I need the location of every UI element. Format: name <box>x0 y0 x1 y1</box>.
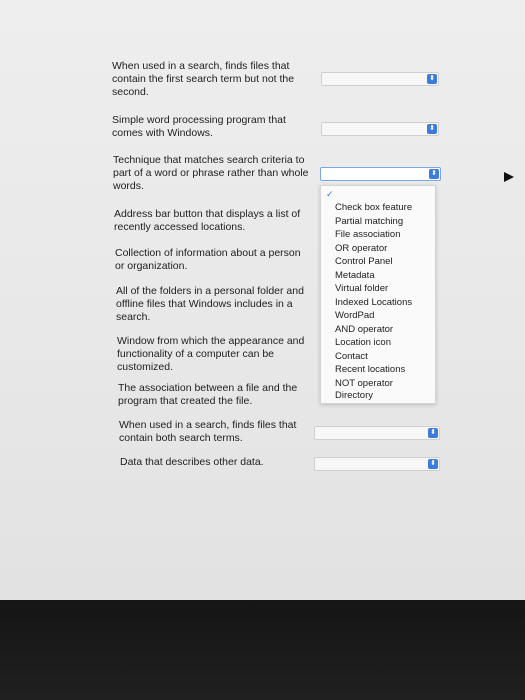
updown-chevron-icon: ⬍ <box>428 428 438 438</box>
updown-chevron-icon: ⬍ <box>429 169 439 179</box>
question-6-text: All of the folders in a personal folder … <box>116 285 304 323</box>
checkmark-icon: ✓ <box>326 189 334 199</box>
question-5-text: Collection of information about a person… <box>115 247 301 272</box>
dropdown-option[interactable]: Contact <box>335 351 368 363</box>
dropdown-option[interactable]: AND operator <box>335 324 393 336</box>
updown-chevron-icon: ⬍ <box>428 459 438 469</box>
dropdown-option[interactable]: NOT operator <box>335 378 393 390</box>
question-10-text: Data that describes other data. <box>120 456 264 468</box>
dropdown-option[interactable]: Location icon <box>335 337 391 349</box>
question-3-select[interactable]: ⬍ <box>320 167 441 181</box>
question-3-text: Technique that matches search criteria t… <box>113 154 309 192</box>
dropdown-option[interactable]: File association <box>335 229 400 241</box>
dropdown-option[interactable]: Partial matching <box>335 216 403 228</box>
dropdown-option[interactable]: Recent locations <box>335 364 405 376</box>
question-9-text: When used in a search, finds files that … <box>119 419 297 444</box>
updown-chevron-icon: ⬍ <box>427 74 437 84</box>
question-1-select[interactable]: ⬍ <box>321 72 439 86</box>
dropdown-option[interactable]: OR operator <box>335 243 387 255</box>
screen: When used in a search, finds files that … <box>0 0 525 600</box>
arrow-cursor-icon <box>504 172 514 182</box>
question-2-select[interactable]: ⬍ <box>321 122 439 136</box>
dropdown-option[interactable]: Directory <box>335 390 373 402</box>
dropdown-option[interactable]: Virtual folder <box>335 283 388 295</box>
question-2-text: Simple word processing program that come… <box>112 114 286 139</box>
question-10-select[interactable]: ⬍ <box>314 457 440 471</box>
dropdown-option[interactable]: Check box feature <box>335 202 412 214</box>
question-8-text: The association between a file and the p… <box>118 382 298 407</box>
dropdown-option[interactable]: Indexed Locations <box>335 297 412 309</box>
monitor-bezel <box>0 600 525 700</box>
question-9-select[interactable]: ⬍ <box>314 426 440 440</box>
dropdown-option[interactable]: Control Panel <box>335 256 393 268</box>
question-7-text: Window from which the appearance and fun… <box>117 335 305 373</box>
dropdown-option[interactable]: WordPad <box>335 310 374 322</box>
question-1-text: When used in a search, finds files that … <box>112 60 295 98</box>
dropdown-option[interactable]: Metadata <box>335 270 375 282</box>
question-4-text: Address bar button that displays a list … <box>114 208 301 233</box>
dropdown-list: ✓ Check box feature Partial matching Fil… <box>320 185 436 404</box>
updown-chevron-icon: ⬍ <box>427 124 437 134</box>
